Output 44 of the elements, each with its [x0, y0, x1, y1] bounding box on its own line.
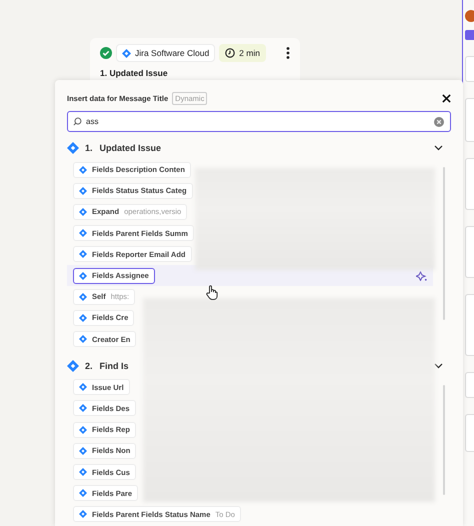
diamond-icon [122, 48, 131, 58]
diamond-icon [79, 510, 87, 518]
diamond-icon [79, 229, 87, 238]
diamond-icon [67, 360, 79, 372]
diamond-icon [79, 335, 87, 344]
input-field[interactable] [465, 226, 474, 278]
input-field[interactable] [465, 56, 474, 82]
app-chip: Jira Software Cloud [116, 44, 216, 62]
diamond-icon [79, 166, 87, 174]
section-header[interactable]: 2. Find Is [67, 354, 451, 377]
action-button[interactable] [465, 30, 474, 40]
diamond-icon [79, 383, 87, 392]
sparkle-icon[interactable] [416, 270, 427, 281]
diamond-icon [79, 468, 87, 476]
diamond-icon [79, 489, 87, 498]
diamond-icon [79, 404, 87, 412]
hand-cursor-icon [206, 285, 218, 300]
diamond-icon [79, 292, 87, 301]
diamond-icon [79, 446, 87, 455]
input-field[interactable] [465, 414, 474, 452]
diamond-icon [79, 272, 87, 280]
diamond-icon [79, 186, 87, 195]
avatar [465, 10, 474, 22]
section-header[interactable]: 1. Updated Issue [67, 137, 451, 159]
scrollbar[interactable] [443, 384, 445, 495]
scrollbar[interactable] [443, 167, 445, 320]
diamond-icon [79, 426, 87, 434]
input-field[interactable] [465, 158, 474, 210]
diamond-icon [79, 250, 87, 258]
close-icon[interactable] [442, 94, 451, 103]
duration-chip: 2 min [219, 44, 266, 62]
search-field[interactable]: ass [67, 111, 451, 132]
diamond-icon [67, 142, 79, 154]
input-field[interactable] [465, 98, 474, 142]
more-icon[interactable] [286, 47, 290, 59]
search-icon [73, 117, 82, 126]
step-card[interactable]: Jira Software Cloud 2 min 1. Updated Issue [90, 38, 300, 80]
step-title: 1. Updated Issue [100, 68, 169, 78]
input-field[interactable] [465, 372, 474, 398]
input-field[interactable] [465, 294, 474, 356]
clear-icon[interactable] [434, 116, 444, 126]
clock-icon [225, 48, 236, 58]
diamond-icon [79, 208, 87, 216]
diamond-icon [79, 314, 87, 322]
